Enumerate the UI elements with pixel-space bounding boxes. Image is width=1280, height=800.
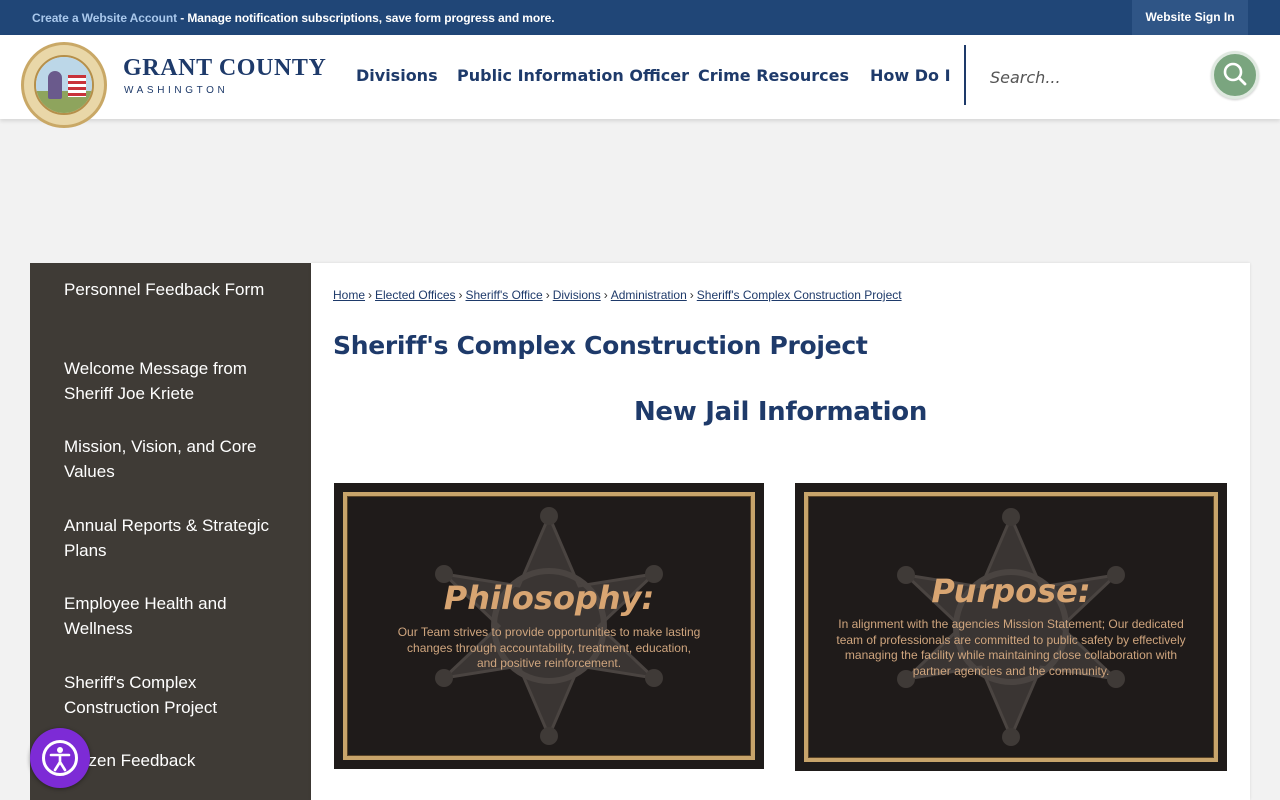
account-message-text: - Manage notification subscriptions, sav… xyxy=(176,11,555,25)
breadcrumb-separator: › xyxy=(603,288,608,302)
breadcrumb-separator: › xyxy=(458,288,463,302)
sidebar-item-complex-construction[interactable]: Sheriff's Complex Construction Project xyxy=(64,670,254,720)
website-signin-button[interactable]: Website Sign In xyxy=(1132,0,1248,35)
plaque-text: Our Team strives to provide opportunitie… xyxy=(397,625,701,670)
search-input[interactable] xyxy=(990,63,1190,91)
section-heading: New Jail Information xyxy=(633,397,928,427)
seal-figure xyxy=(48,71,62,99)
sidebar-nav: Personnel Feedback Form Welcome Message … xyxy=(30,263,311,800)
accessibility-button[interactable] xyxy=(30,728,90,788)
nav-crime-resources[interactable]: Crime Resources xyxy=(698,66,849,85)
breadcrumb-elected-offices[interactable]: Elected Offices xyxy=(375,288,455,302)
nav-how-do-i[interactable]: How Do I xyxy=(870,66,951,85)
sidebar-item-welcome-message[interactable]: Welcome Message from Sheriff Joe Kriete xyxy=(64,356,284,406)
nav-divider xyxy=(964,45,966,105)
breadcrumb-divisions[interactable]: Divisions xyxy=(553,288,601,302)
nav-divisions[interactable]: Divisions xyxy=(356,66,438,85)
logo-subtitle: WASHINGTON xyxy=(124,85,229,96)
sidebar-item-personnel-feedback-form[interactable]: Personnel Feedback Form xyxy=(64,277,284,302)
seal-emblem xyxy=(34,55,94,115)
account-message: Create a Website Account - Manage notifi… xyxy=(32,11,555,25)
philosophy-plaque-image: Philosophy: Our Team strives to provide … xyxy=(334,483,764,769)
county-seal-logo[interactable] xyxy=(21,42,107,128)
breadcrumb-administration[interactable]: Administration xyxy=(611,288,687,302)
sidebar-item-annual-reports[interactable]: Annual Reports & Strategic Plans xyxy=(64,513,284,563)
top-bar: Create a Website Account - Manage notifi… xyxy=(0,0,1280,35)
site-header: GRANT COUNTY WASHINGTON Divisions Public… xyxy=(0,35,1280,128)
create-account-link[interactable]: Create a Website Account xyxy=(32,11,177,25)
breadcrumb-sheriffs-office[interactable]: Sheriff's Office xyxy=(466,288,543,302)
breadcrumb-home[interactable]: Home xyxy=(333,288,365,302)
breadcrumb-separator: › xyxy=(545,288,550,302)
accessibility-icon xyxy=(49,747,71,772)
nav-public-information-officer[interactable]: Public Information Officer xyxy=(457,66,689,85)
sidebar-item-citizen-feedback[interactable]: Citizen Feedback xyxy=(64,748,284,773)
main-content: Home › Elected Offices › Sheriff's Office › Di… xyxy=(311,263,1250,800)
logo-title[interactable]: GRANT COUNTY xyxy=(123,55,326,82)
page-title: Sheriff's Complex Construction Project xyxy=(333,331,868,360)
plaque-title: Philosophy: xyxy=(443,579,655,617)
sidebar-item-employee-health[interactable]: Employee Health and Wellness xyxy=(64,591,284,641)
breadcrumb-current-page[interactable]: Sheriff's Complex Construction Project xyxy=(697,288,902,302)
purpose-plaque-image: Purpose: In alignment with the agencies … xyxy=(795,483,1227,771)
breadcrumb-separator: › xyxy=(689,288,694,302)
search-button[interactable] xyxy=(1211,51,1259,99)
plaque-text: In alignment with the agencies Mission S… xyxy=(836,617,1186,678)
search-icon xyxy=(1223,62,1247,86)
breadcrumb-separator: › xyxy=(368,288,373,302)
seal-flag xyxy=(68,75,86,97)
sidebar-item-mission-vision[interactable]: Mission, Vision, and Core Values xyxy=(64,434,284,484)
plaque-title: Purpose: xyxy=(931,572,1091,610)
breadcrumb: Home › Elected Offices › Sheriff's Office › Di… xyxy=(333,288,902,302)
